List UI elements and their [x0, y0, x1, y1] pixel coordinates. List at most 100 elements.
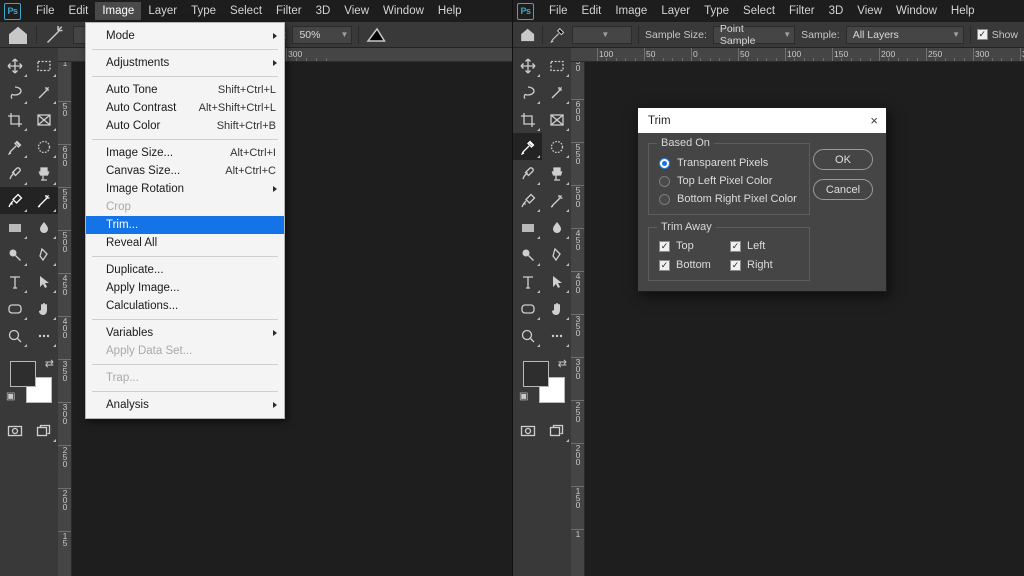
tool-gradient[interactable]: [513, 214, 542, 241]
menu-view[interactable]: View: [337, 2, 376, 20]
radio-top-left-pixel-color[interactable]: Top Left Pixel Color: [659, 175, 801, 187]
show-sampling-ring-checkbox[interactable]: ✓ Show: [976, 29, 1018, 41]
tool-path-selection[interactable]: [542, 268, 571, 295]
menu-item-reveal-all[interactable]: Reveal All: [86, 234, 284, 252]
menu-window[interactable]: Window: [889, 2, 944, 20]
menu-layer[interactable]: Layer: [654, 2, 697, 20]
tool-eraser[interactable]: [29, 187, 58, 214]
tool-dodge[interactable]: [513, 241, 542, 268]
cancel-button[interactable]: Cancel: [813, 179, 873, 200]
tool-pen[interactable]: [542, 241, 571, 268]
tool-move[interactable]: [0, 52, 29, 79]
menu-item-auto-color[interactable]: Auto Color Shift+Ctrl+B: [86, 117, 284, 135]
tool-patch[interactable]: [29, 133, 58, 160]
tool-gradient[interactable]: [0, 214, 29, 241]
tool-move[interactable]: [513, 52, 542, 79]
tool-history-brush[interactable]: [513, 187, 542, 214]
menu-edit[interactable]: Edit: [575, 2, 609, 20]
menu-item-duplicate[interactable]: Duplicate...: [86, 261, 284, 279]
tool-eyedropper[interactable]: [0, 133, 29, 160]
home-icon[interactable]: [6, 25, 30, 45]
angle-icon[interactable]: [365, 25, 389, 45]
quick-mask-icon[interactable]: [0, 417, 29, 444]
tool-type[interactable]: [513, 268, 542, 295]
tool-clone-stamp[interactable]: [29, 160, 58, 187]
sample-size-dropdown[interactable]: Point Sample ▼: [712, 23, 796, 47]
ok-button[interactable]: OK: [813, 149, 873, 170]
menu-edit[interactable]: Edit: [62, 2, 96, 20]
trim-dialog[interactable]: Trim × Based On Transparent Pixels Top L…: [637, 107, 887, 292]
menu-item-trim[interactable]: Trim...: [86, 216, 284, 234]
checkbox-top[interactable]: ✓ Top: [659, 240, 730, 252]
menu-layer[interactable]: Layer: [141, 2, 184, 20]
tool-dodge[interactable]: [0, 241, 29, 268]
tool-clone-stamp[interactable]: [542, 160, 571, 187]
magic-wand-icon[interactable]: [43, 25, 67, 45]
menu-item-apply-image[interactable]: Apply Image...: [86, 279, 284, 297]
tool-rect-marquee[interactable]: [29, 52, 58, 79]
tool-magic-wand[interactable]: [29, 79, 58, 106]
tool-more[interactable]: [29, 322, 58, 349]
screen-mode-icon[interactable]: [29, 417, 58, 444]
tool-crop[interactable]: [513, 106, 542, 133]
menu-type[interactable]: Type: [697, 2, 736, 20]
menu-item-canvas-size[interactable]: Canvas Size... Alt+Ctrl+C: [86, 162, 284, 180]
menu-3d[interactable]: 3D: [309, 2, 338, 20]
menu-item-image-size[interactable]: Image Size... Alt+Ctrl+I: [86, 144, 284, 162]
menu-item-image-rotation[interactable]: Image Rotation: [86, 180, 284, 198]
menu-select[interactable]: Select: [223, 2, 269, 20]
tool-more[interactable]: [542, 322, 571, 349]
menu-item-analysis[interactable]: Analysis: [86, 396, 284, 414]
checkbox-right[interactable]: ✓ Right: [730, 259, 801, 271]
tool-hand[interactable]: [29, 295, 58, 322]
tool-patch[interactable]: [542, 133, 571, 160]
tool-zoom[interactable]: [0, 322, 29, 349]
menu-type[interactable]: Type: [184, 2, 223, 20]
close-icon[interactable]: ×: [870, 114, 878, 127]
tool-type[interactable]: [0, 268, 29, 295]
tool-path-selection[interactable]: [29, 268, 58, 295]
tool-lasso[interactable]: [513, 79, 542, 106]
tool-eyedropper[interactable]: [513, 133, 542, 160]
tool-brush[interactable]: [513, 160, 542, 187]
tool-eraser[interactable]: [542, 187, 571, 214]
default-colors-icon[interactable]: ▣: [519, 391, 528, 402]
menu-item-mode[interactable]: Mode: [86, 27, 284, 45]
foreground-color-swatch[interactable]: [523, 361, 549, 387]
menu-select[interactable]: Select: [736, 2, 782, 20]
image-menu-dropdown[interactable]: Mode Adjustments Auto Tone Shift+Ctrl+L Auto…: [85, 22, 285, 419]
menu-item-auto-contrast[interactable]: Auto Contrast Alt+Shift+Ctrl+L: [86, 99, 284, 117]
menu-window[interactable]: Window: [376, 2, 431, 20]
tool-pen[interactable]: [29, 241, 58, 268]
eyedropper-icon[interactable]: [549, 25, 566, 45]
menu-item-calculations[interactable]: Calculations...: [86, 297, 284, 315]
tolerance-dropdown[interactable]: 50% ▼: [292, 25, 353, 44]
menu-3d[interactable]: 3D: [822, 2, 851, 20]
tool-magic-wand[interactable]: [542, 79, 571, 106]
checkbox-left[interactable]: ✓ Left: [730, 240, 801, 252]
tool-frame[interactable]: [29, 106, 58, 133]
menu-help[interactable]: Help: [944, 2, 982, 20]
sample-dropdown[interactable]: All Layers ▼: [845, 25, 964, 44]
menu-filter[interactable]: Filter: [782, 2, 822, 20]
home-icon[interactable]: [519, 25, 536, 45]
menu-item-auto-tone[interactable]: Auto Tone Shift+Ctrl+L: [86, 81, 284, 99]
tool-blur[interactable]: [29, 214, 58, 241]
menu-item-variables[interactable]: Variables: [86, 324, 284, 342]
tool-zoom[interactable]: [513, 322, 542, 349]
menu-image[interactable]: Image: [95, 2, 142, 20]
radio-transparent-pixels[interactable]: Transparent Pixels: [659, 157, 801, 169]
tool-shape[interactable]: [0, 295, 29, 322]
tool-crop[interactable]: [0, 106, 29, 133]
menu-filter[interactable]: Filter: [269, 2, 309, 20]
menu-item-adjustments[interactable]: Adjustments: [86, 54, 284, 72]
quick-mask-icon[interactable]: [513, 417, 542, 444]
menu-file[interactable]: File: [29, 2, 62, 20]
tool-history-brush[interactable]: [0, 187, 29, 214]
menu-image[interactable]: Image: [608, 2, 654, 20]
swap-colors-icon[interactable]: ⇄: [558, 357, 567, 370]
menu-file[interactable]: File: [542, 2, 575, 20]
menu-view[interactable]: View: [850, 2, 889, 20]
foreground-color-swatch[interactable]: [10, 361, 36, 387]
tool-rect-marquee[interactable]: [542, 52, 571, 79]
